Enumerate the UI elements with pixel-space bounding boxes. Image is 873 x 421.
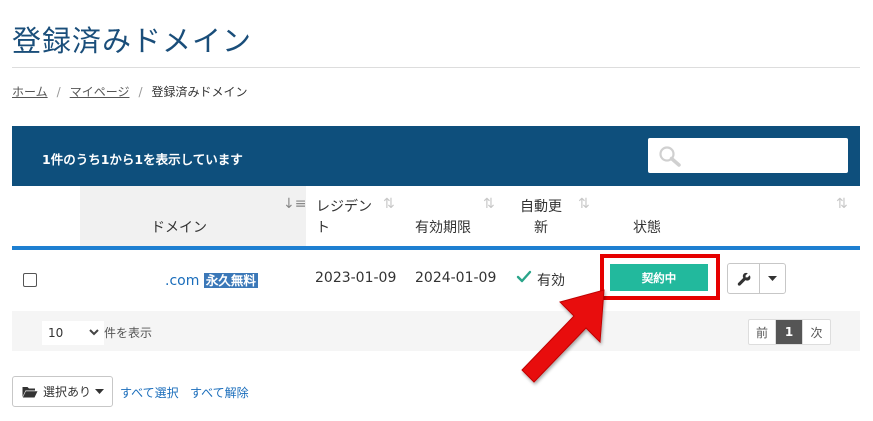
check-icon: [516, 270, 532, 283]
column-header-domain[interactable]: ドメイン: [151, 218, 207, 239]
search-icon: [659, 146, 681, 167]
autorenew-cell: 有効: [537, 273, 565, 289]
breadcrumb-separator: /: [56, 84, 61, 99]
red-arrow-annotation: [521, 289, 605, 383]
manage-button[interactable]: [728, 264, 761, 293]
breadcrumb-separator: /: [138, 84, 143, 99]
pagination-next[interactable]: 次: [803, 320, 830, 344]
status-badge: 契約中: [610, 264, 708, 291]
column-header-autorenew[interactable]: 自動更 新: [520, 197, 562, 239]
page-length-select[interactable]: 10: [42, 321, 104, 345]
caret-down-icon: [95, 388, 105, 394]
domain-cell[interactable]: .com 永久無料: [165, 270, 258, 289]
registrant-date-cell: 2023-01-09: [315, 270, 397, 286]
column-header-registrant-line1: レジデン: [316, 199, 372, 215]
column-header-autorenew-line1: 自動更: [520, 199, 562, 215]
page-length-label: 件を表示: [104, 326, 153, 340]
expiry-date-cell: 2024-01-09: [415, 270, 497, 286]
domain-free-tag: 永久無料: [203, 273, 258, 288]
row-checkbox[interactable]: [23, 273, 37, 287]
caret-down-icon: [768, 275, 778, 281]
bulk-action-label: 選択あり: [43, 385, 92, 399]
folder-open-icon: [22, 386, 38, 397]
bulk-action-button[interactable]: 選択あり: [12, 376, 113, 407]
search-box[interactable]: [648, 138, 848, 173]
column-header-status[interactable]: 状態: [633, 218, 661, 239]
select-all-link[interactable]: すべて選択: [120, 384, 179, 401]
column-header-registrant[interactable]: レジデン ト: [316, 197, 372, 239]
sort-icon[interactable]: ⇅: [836, 196, 848, 212]
page-length-value: 10: [48, 326, 64, 340]
chevron-down-icon: [89, 329, 99, 336]
table-info-text: 1件のうち1から1を表示しています: [42, 152, 243, 167]
actions-dropdown-toggle[interactable]: [760, 264, 785, 293]
wrench-icon: [737, 272, 751, 286]
sort-desc-icon[interactable]: ↓≡: [283, 196, 306, 212]
column-header-expiry[interactable]: 有効期限: [415, 218, 471, 239]
column-header-registrant-line2: ト: [316, 220, 330, 236]
sort-icon[interactable]: ⇅: [483, 196, 495, 212]
title-divider: [12, 67, 860, 68]
sort-icon[interactable]: ⇅: [383, 196, 395, 212]
breadcrumb: ホーム / マイページ / 登録済みドメイン: [12, 83, 248, 100]
row-action-button-group: [727, 263, 786, 294]
deselect-all-link[interactable]: すべて解除: [190, 384, 249, 401]
pagination-prev[interactable]: 前: [749, 320, 776, 344]
table-footer: 10 件を表示 前 1 次: [12, 311, 860, 351]
page-title: 登録済みドメイン: [12, 24, 253, 58]
pagination: 前 1 次: [748, 319, 831, 345]
breadcrumb-mypage-link[interactable]: マイページ: [70, 83, 130, 100]
column-header-autorenew-line2: 新: [534, 220, 548, 236]
pagination-page-1[interactable]: 1: [776, 320, 803, 344]
domain-name-link[interactable]: .com: [165, 273, 199, 289]
table-header-rule: [12, 246, 860, 250]
search-input[interactable]: [688, 144, 838, 167]
sort-icon[interactable]: ⇅: [578, 196, 590, 212]
breadcrumb-current: 登録済みドメイン: [151, 85, 248, 99]
table-info-bar: 1件のうち1から1を表示しています: [12, 126, 860, 186]
breadcrumb-home-link[interactable]: ホーム: [12, 83, 48, 100]
